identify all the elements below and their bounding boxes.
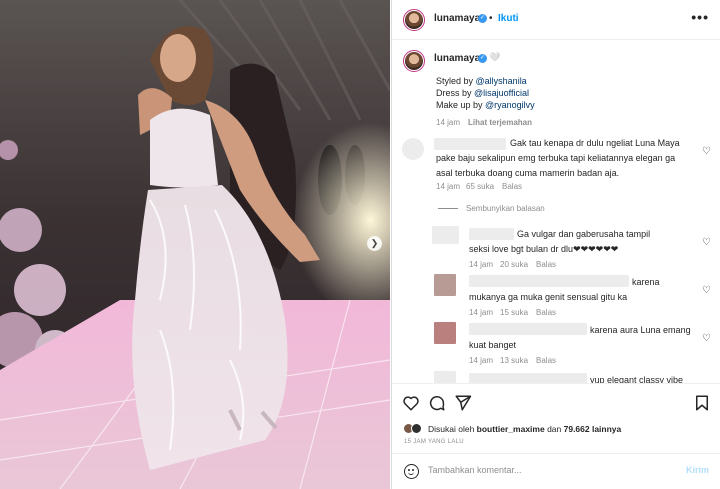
reply-likes[interactable]: 13 suka — [500, 356, 528, 365]
reply-likes[interactable]: 15 suka — [500, 308, 528, 317]
photo-image — [0, 0, 390, 489]
verified-badge-icon: ✓ — [478, 14, 487, 23]
likes-summary: Disukai oleh bouttier_maxime dan 79.662 … — [428, 424, 622, 434]
heart-icon[interactable]: ♡ — [702, 146, 711, 157]
reply-username-redacted[interactable] — [469, 323, 587, 335]
comment-text: Gak tau kenapa dr dulu ngeliat Luna Maya — [510, 138, 680, 148]
liker-avatar[interactable] — [411, 423, 422, 434]
reply-time: 14 jam — [469, 308, 494, 317]
reply-avatar[interactable] — [434, 371, 456, 383]
heart-icon[interactable] — [402, 394, 420, 412]
chevron-right-icon[interactable]: ❯ — [367, 236, 382, 251]
post-actions: Disukai oleh bouttier_maxime dan 79.662 … — [392, 383, 720, 489]
reply-time: 14 jam — [469, 356, 494, 365]
reply-likes[interactable]: 20 suka — [500, 260, 528, 269]
mention-link[interactable]: @lisajuofficial — [474, 88, 529, 98]
reply-avatar[interactable] — [434, 274, 456, 296]
reply-button[interactable]: Balas — [536, 260, 556, 269]
separator-dot: • — [489, 13, 493, 24]
reply-text: kuat banget — [469, 340, 517, 350]
reply-button[interactable]: Balas — [536, 308, 556, 317]
reply-text: karena aura Luna emang — [590, 325, 691, 335]
reply-button[interactable]: Balas — [536, 356, 556, 365]
comment-bar: Kirim — [392, 453, 720, 489]
reply-username-redacted[interactable] — [469, 228, 514, 240]
caption-avatar[interactable] — [403, 50, 425, 72]
commenter-username-redacted[interactable] — [434, 138, 506, 150]
reply-time: 14 jam — [469, 260, 494, 269]
reply-username-redacted[interactable] — [469, 275, 629, 287]
reply-text: karena — [632, 277, 660, 287]
comment-text: pake baju sekalipun emg terbuka tapi kel… — [436, 153, 676, 163]
white-heart-emoji: 🤍 — [489, 52, 501, 62]
reply-button[interactable]: Balas — [502, 182, 522, 191]
bookmark-icon[interactable] — [693, 394, 711, 412]
heart-icon[interactable]: ♡ — [702, 285, 711, 296]
post-comment-button[interactable]: Kirim — [686, 465, 709, 475]
caption-line: Make up by @ryanogilvy — [436, 100, 535, 110]
reply-avatar[interactable] — [432, 226, 459, 244]
verified-badge-icon: ✓ — [478, 54, 487, 63]
follow-button[interactable]: Ikuti — [498, 13, 519, 24]
caption-line: Dress by @lisajuofficial — [436, 88, 530, 98]
reply-username-redacted[interactable] — [469, 373, 587, 383]
post-side-panel: lunamaya ✓ • Ikuti ••• lunamaya ✓ 🤍 Styl… — [391, 0, 720, 489]
post-time-ago[interactable]: 15 JAM YANG LALU — [404, 439, 464, 445]
avatar[interactable] — [403, 9, 425, 31]
comment-icon[interactable] — [428, 394, 446, 412]
translate-link[interactable]: Lihat terjemahan — [468, 118, 532, 127]
comment-text: asal terbuka doang cuma mamerin badan aj… — [436, 168, 620, 178]
caption-time: 14 jam — [436, 118, 461, 127]
liker-username[interactable]: bouttier_maxime — [477, 424, 545, 434]
heart-icon[interactable]: ♡ — [702, 333, 711, 344]
commenter-avatar[interactable] — [402, 138, 424, 160]
reply-text: seksi love bgt bulan dr dlu❤❤❤❤❤❤ — [469, 244, 619, 254]
mention-link[interactable]: @ryanogilvy — [485, 100, 535, 110]
post-photo[interactable]: ❯ — [0, 0, 390, 489]
caption-line: Styled by @allyshanila — [436, 76, 527, 86]
caption-username[interactable]: lunamaya — [434, 53, 480, 64]
comment-input[interactable] — [428, 465, 668, 475]
emoji-icon[interactable] — [404, 464, 419, 479]
post-header: lunamaya ✓ • Ikuti ••• — [392, 0, 720, 40]
reply-text: yup elegant classy vibe — [590, 375, 684, 383]
comment-likes[interactable]: 65 suka — [466, 182, 494, 191]
share-icon[interactable] — [454, 394, 472, 412]
likes-count[interactable]: 79.662 lainnya — [564, 424, 622, 434]
post-username[interactable]: lunamaya — [434, 13, 480, 24]
comments-scroll-area[interactable]: lunamaya ✓ 🤍 Styled by @allyshanila Dres… — [392, 41, 720, 383]
reply-text: mukanya ga muka genit sensual gitu ka — [469, 292, 628, 302]
heart-icon[interactable]: ♡ — [702, 237, 711, 248]
more-options-icon[interactable]: ••• — [691, 9, 709, 25]
hide-replies-button[interactable]: Sembunyikan balasan — [438, 204, 545, 213]
reply-avatar[interactable] — [434, 322, 456, 344]
reply-text: Ga vulgar dan gaberusaha tampil — [517, 229, 651, 239]
comment-time: 14 jam — [436, 182, 461, 191]
mention-link[interactable]: @allyshanila — [476, 76, 527, 86]
